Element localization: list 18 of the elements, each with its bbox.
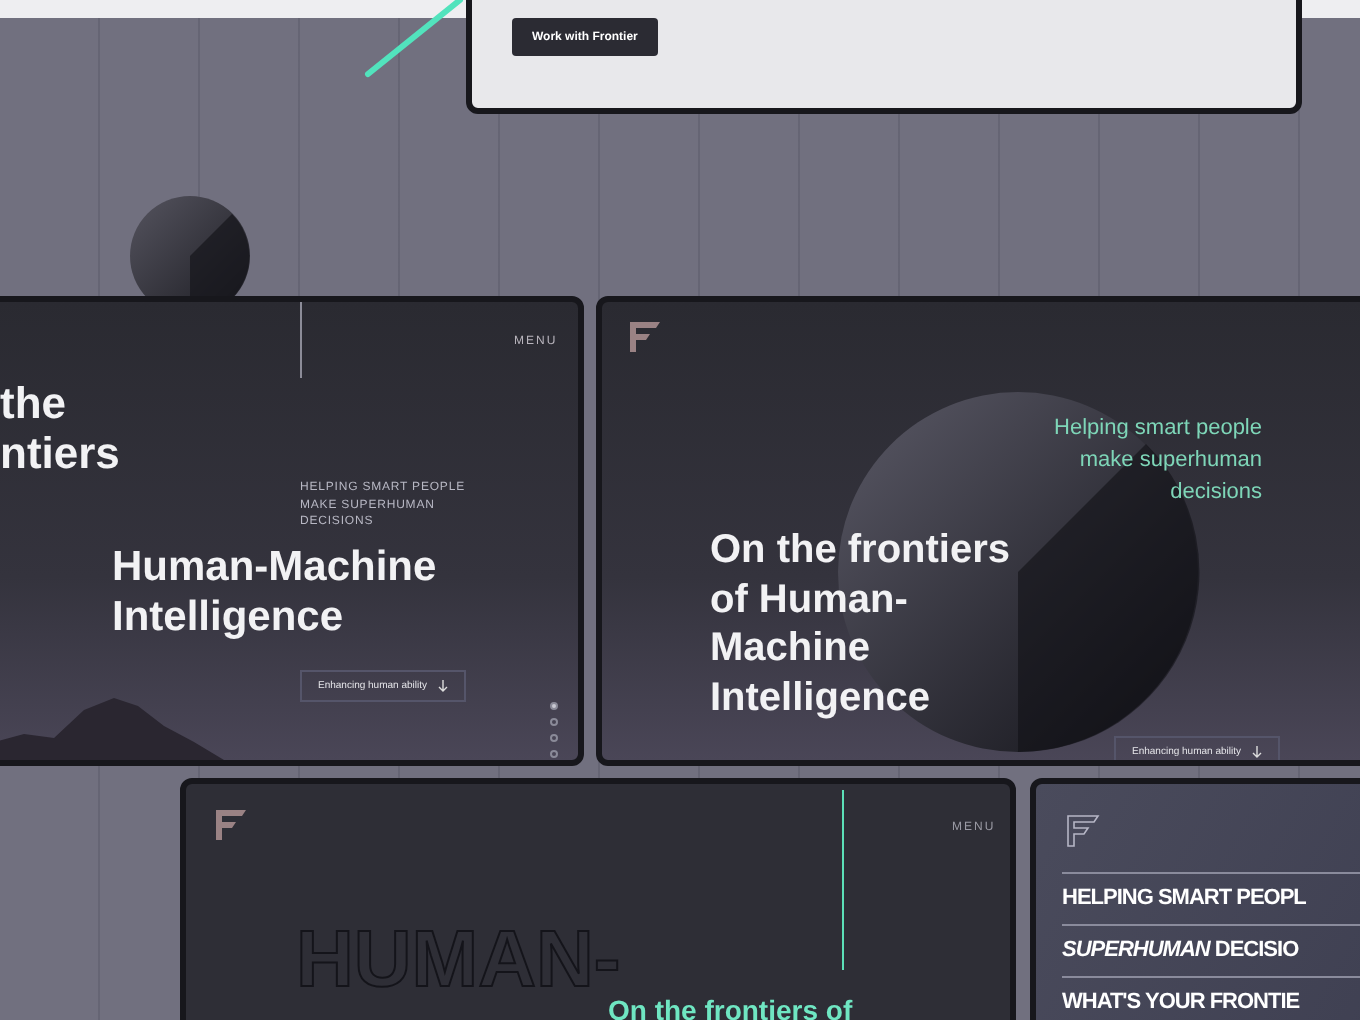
slide-dot[interactable] — [550, 734, 558, 742]
down-arrow-icon — [438, 680, 449, 692]
headline-row: SUPERHUMAN DECISIO — [1062, 924, 1360, 976]
f-logo-icon — [214, 808, 248, 842]
headline: the ntiers — [0, 378, 120, 478]
headline: Human-Machine Intelligence — [112, 542, 437, 642]
down-arrow-icon — [1252, 746, 1263, 758]
headline-row: WHAT'S YOUR FRONTIE — [1062, 976, 1360, 1020]
slide-dot[interactable] — [550, 718, 558, 726]
subheading: On the frontiers of — [608, 994, 853, 1020]
headline: On the frontiers of Human- Machine Intelligence — [710, 526, 1011, 722]
slide-dot[interactable] — [550, 702, 558, 710]
f-logo-icon — [1066, 814, 1100, 848]
slide-dot[interactable] — [550, 750, 558, 758]
diagonal-stroke-drawing — [364, 0, 464, 80]
f-logo-icon — [628, 320, 662, 354]
headline-row: HELPING SMART PEOPL — [1062, 872, 1360, 924]
tagline: Helping smart people make superhuman decisions — [1052, 414, 1262, 508]
